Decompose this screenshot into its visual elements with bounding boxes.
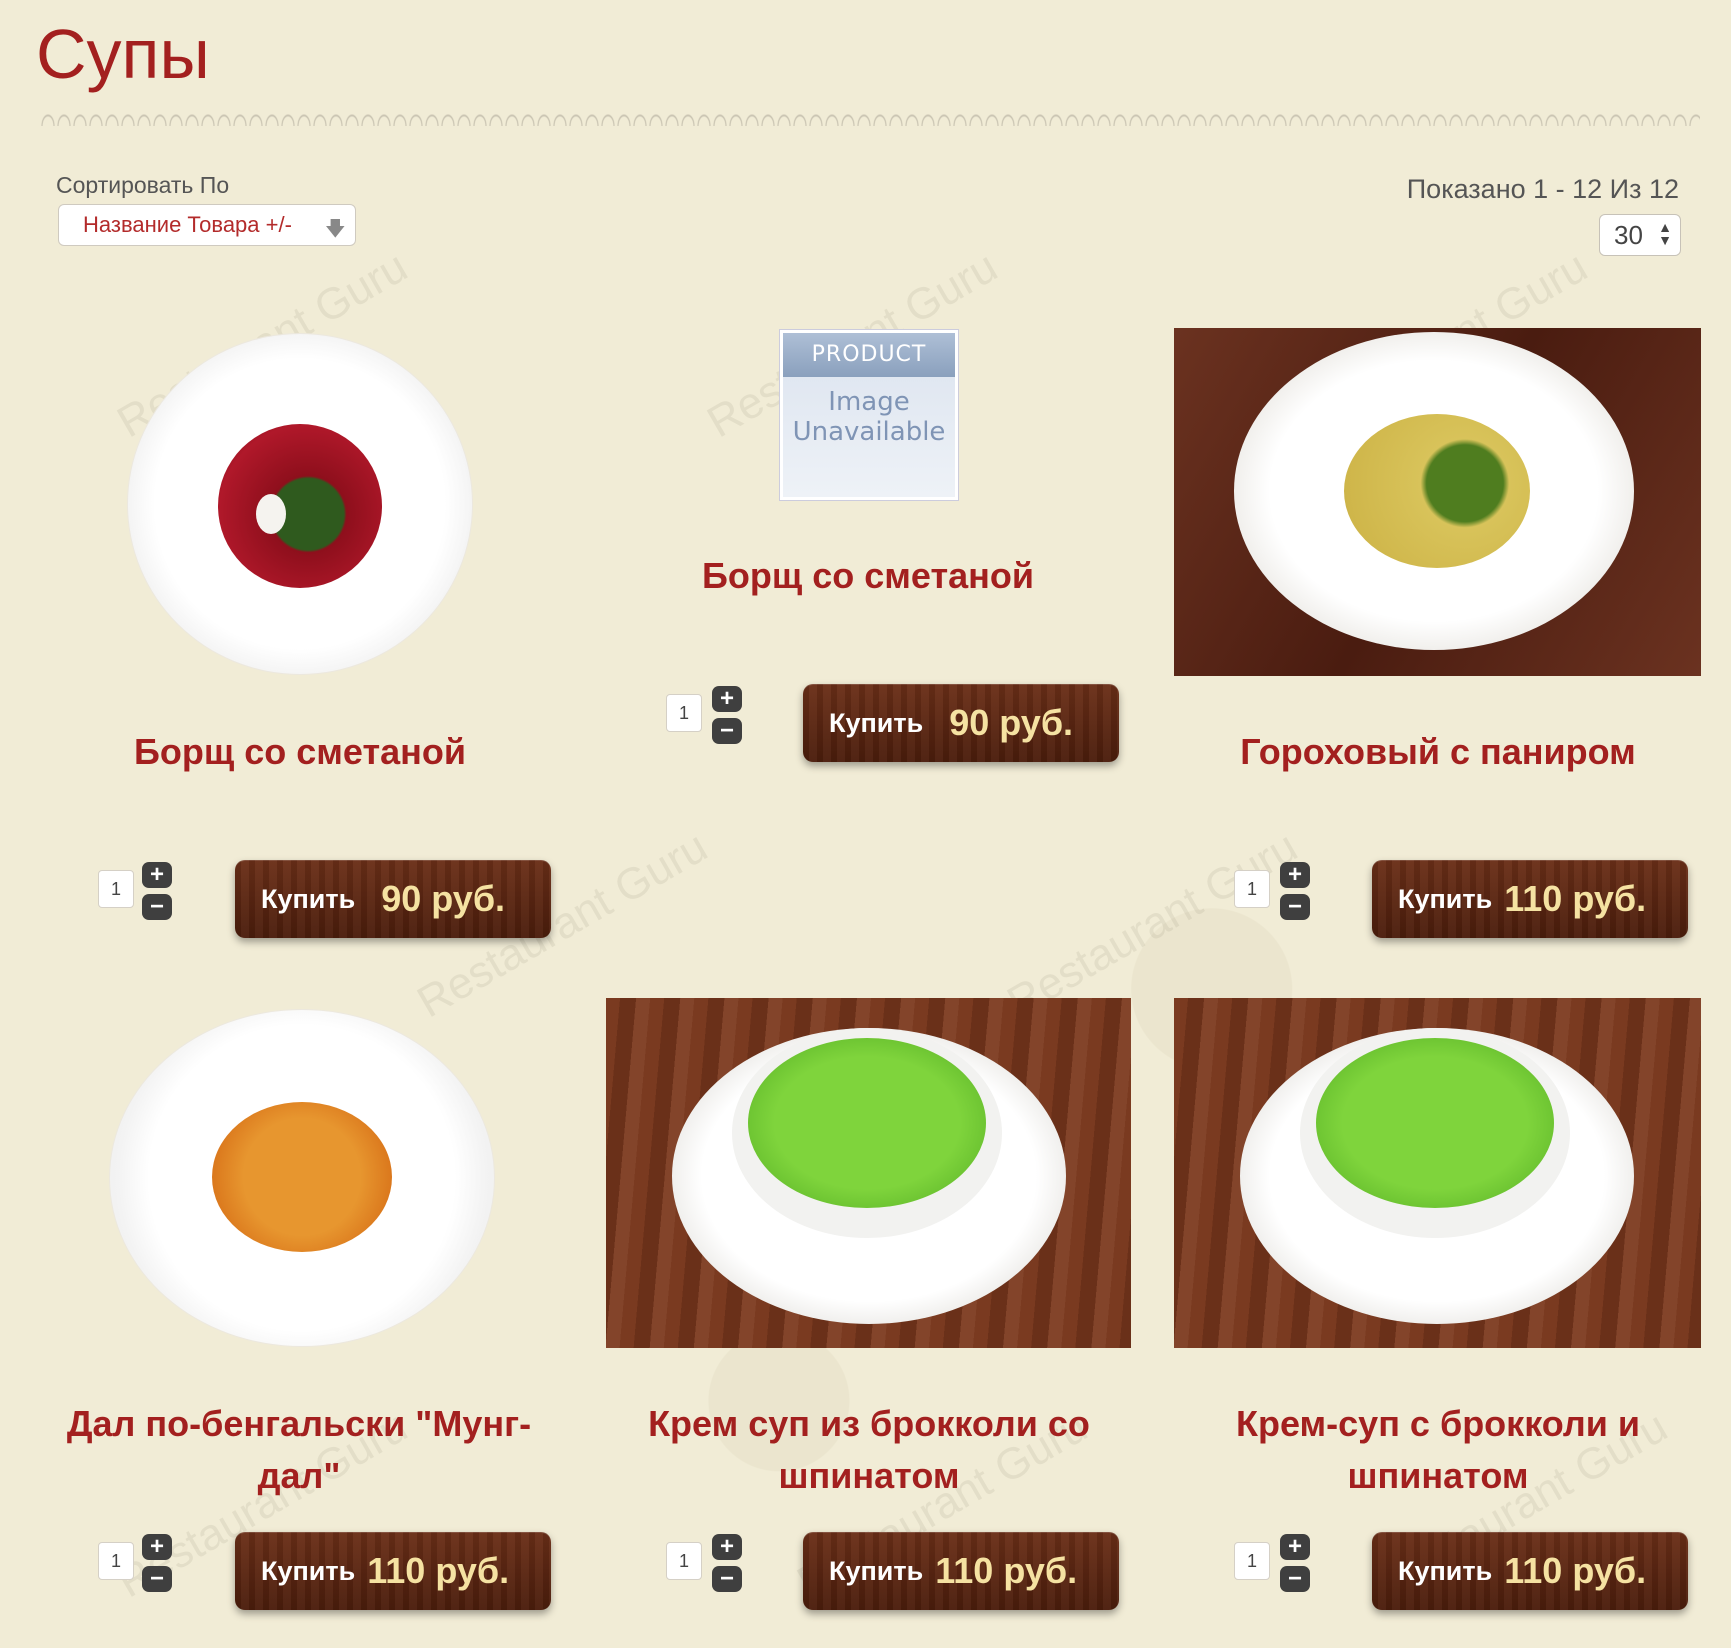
quantity-plus-button[interactable]: + [142,862,172,888]
sort-direction-icon[interactable]: 🡇 [325,214,346,240]
buy-price: 110 руб. [367,1550,510,1591]
product-name[interactable]: Дал по-бенгальски "Мунг-дал" [44,1398,554,1502]
quantity-input[interactable]: 1 [98,870,134,908]
product-name[interactable]: Борщ со сметаной [60,726,540,778]
buy-label: Купить [261,1555,356,1586]
buy-label: Купить [261,883,356,914]
quantity-input[interactable]: 1 [1234,1542,1270,1580]
quantity-plus-button[interactable]: + [712,1534,742,1560]
quantity-minus-button[interactable]: − [1280,894,1310,920]
product-name[interactable]: Борщ со сметаной [628,550,1108,602]
product-image[interactable] [1174,998,1701,1348]
page-title: Супы [36,15,210,93]
sort-select[interactable]: Название Товара +/- 🡇 [58,204,356,246]
dal-bowl [212,1102,392,1252]
buy-button[interactable]: Купить 110 руб. [1372,860,1688,938]
buy-label: Купить [829,1555,924,1586]
product-image-placeholder[interactable]: PRODUCT Image Unavailable [780,330,958,500]
placeholder-top: PRODUCT [783,333,955,377]
placeholder-text: Image Unavailable [783,387,955,447]
placeholder-line1: Image [828,387,910,417]
product-image[interactable] [110,1010,494,1346]
ornament-divider [40,112,1700,126]
per-page-value: 30 [1614,219,1643,250]
buy-button[interactable]: Купить 110 руб. [235,1532,551,1610]
broccoli-soup [748,1038,986,1208]
quantity-minus-button[interactable]: − [712,718,742,744]
product-name[interactable]: Гороховый с паниром [1190,726,1686,778]
buy-button[interactable]: Купить 110 руб. [803,1532,1119,1610]
buy-button[interactable]: Купить 110 руб. [1372,1532,1688,1610]
quantity-input[interactable]: 1 [98,1542,134,1580]
quantity-plus-button[interactable]: + [712,686,742,712]
quantity-minus-button[interactable]: − [142,1566,172,1592]
sort-label: Сортировать По [56,172,230,198]
borscht-bowl [218,424,382,588]
product-image[interactable] [1174,328,1701,676]
pea-soup [1344,414,1530,568]
quantity-plus-button[interactable]: + [142,1534,172,1560]
product-image[interactable] [606,998,1131,1348]
placeholder-line2: Unavailable [792,417,946,447]
quantity-input[interactable]: 1 [1234,870,1270,908]
quantity-minus-button[interactable]: − [142,894,172,920]
buy-label: Купить [1398,883,1493,914]
buy-label: Купить [829,707,924,738]
broccoli-soup [1316,1038,1554,1208]
buy-button[interactable]: Купить 90 руб. [803,684,1119,762]
quantity-plus-button[interactable]: + [1280,1534,1310,1560]
buy-price: 110 руб. [1504,1550,1647,1591]
buy-button[interactable]: Купить 90 руб. [235,860,551,938]
quantity-input[interactable]: 1 [666,1542,702,1580]
buy-price: 110 руб. [1504,878,1647,919]
quantity-input[interactable]: 1 [666,694,702,732]
sour-cream [256,494,286,534]
buy-price: 110 руб. [935,1550,1078,1591]
select-arrows-icon: ▲ ▼ [1658,219,1672,248]
per-page-select[interactable]: 30 ▲ ▼ [1599,214,1681,256]
buy-label: Купить [1398,1555,1493,1586]
quantity-minus-button[interactable]: − [712,1566,742,1592]
sort-value: Название Товара +/- [83,212,292,237]
results-count: Показано 1 - 12 Из 12 [1406,174,1679,204]
product-name[interactable]: Крем-суп с брокколи и шпинатом [1190,1398,1686,1502]
product-name[interactable]: Крем суп из брокколи со шпинатом [616,1398,1122,1502]
buy-price: 90 руб. [381,878,506,919]
buy-price: 90 руб. [949,702,1074,743]
quantity-plus-button[interactable]: + [1280,862,1310,888]
product-image[interactable] [128,334,472,674]
quantity-minus-button[interactable]: − [1280,1566,1310,1592]
